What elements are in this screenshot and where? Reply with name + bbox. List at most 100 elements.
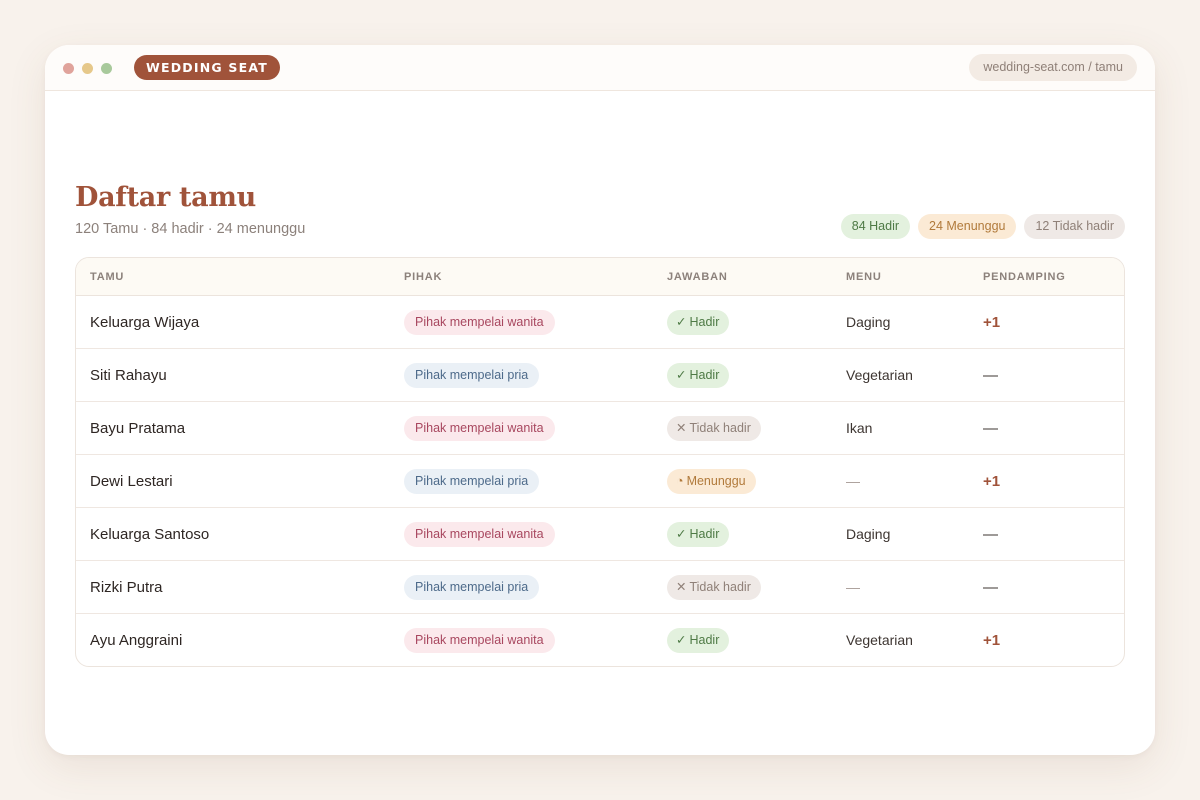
cross-icon: ✕ [676,420,687,435]
check-icon: ✓ [676,367,687,382]
response-label: Hadir [689,314,720,329]
companion-cell: — [983,561,998,613]
menu-cell: Ikan [846,402,872,454]
side-cell: Pihak mempelai wanita [404,296,555,348]
menu-choice: — [846,579,860,595]
summary-declined-pill[interactable]: 12 Tidak hadir [1024,214,1125,239]
menu-choice: Vegetarian [846,632,913,648]
app-window: WEDDING SEAT wedding-seat.com / tamu Daf… [45,45,1155,755]
clock-icon: ◔ [676,473,684,488]
table-row[interactable]: Siti Rahayu Pihak mempelai pria ✓ Hadir Vege… [76,349,1124,402]
column-header-side[interactable]: PIHAK [404,258,442,296]
response-cell: ✕ Tidak hadir [667,561,761,613]
column-header-companion[interactable]: PENDAMPING [983,258,1066,296]
side-cell: Pihak mempelai wanita [404,402,555,454]
menu-cell: — [846,455,860,507]
guest-name: Bayu Pratama [90,419,186,437]
side-cell: Pihak mempelai pria [404,455,540,507]
menu-cell: Daging [846,296,890,348]
close-window-button[interactable] [63,63,74,74]
menu-choice: Vegetarian [846,367,913,383]
minimize-window-button[interactable] [82,63,93,74]
summary-attending-pill[interactable]: 84 Hadir [840,214,911,239]
guest-cell: Ayu Anggraini [90,614,182,666]
response-badge[interactable]: ◔ Menunggu [667,468,756,494]
table-row[interactable]: Rizki Putra Pihak mempelai pria ✕ Tidak had… [76,561,1124,614]
menu-cell: Daging [846,508,890,560]
table-row[interactable]: Bayu Pratama Pihak mempelai wanita ✕ Tidak … [76,402,1124,455]
side-badge: Pihak mempelai wanita [404,627,555,653]
response-cell: ✓ Hadir [667,296,730,348]
guest-name: Keluarga Wijaya [90,313,200,331]
side-cell: Pihak mempelai wanita [404,508,555,560]
guest-name: Rizki Putra [90,578,163,596]
side-cell: Pihak mempelai wanita [404,614,555,666]
table-row[interactable]: Ayu Anggraini Pihak mempelai wanita ✓ Hadir… [76,614,1124,666]
companion-cell: — [983,508,998,560]
response-cell: ◔ Menunggu [667,455,756,507]
maximize-window-button[interactable] [101,63,112,74]
menu-cell: — [846,561,860,613]
response-badge[interactable]: ✓ Hadir [667,309,730,335]
column-header-menu[interactable]: MENU [846,258,882,296]
guest-name: Keluarga Santoso [90,525,210,543]
menu-choice: Ikan [846,420,873,436]
menu-cell: Vegetarian [846,349,913,401]
guest-cell: Siti Rahayu [90,349,167,401]
menu-choice: Daging [846,314,891,330]
guest-name: Ayu Anggraini [90,631,183,649]
companion-cell: +1 [983,614,1000,666]
brand-logo: WEDDING SEAT [134,55,280,80]
response-badge[interactable]: ✓ Hadir [667,362,730,388]
guest-cell: Keluarga Santoso [90,508,209,560]
side-badge: Pihak mempelai wanita [404,521,555,547]
companion-count: — [983,578,998,596]
guest-cell: Keluarga Wijaya [90,296,199,348]
response-badge[interactable]: ✕ Tidak hadir [667,415,761,441]
side-badge: Pihak mempelai pria [404,362,540,388]
table-row[interactable]: Keluarga Wijaya Pihak mempelai wanita ✓ Had… [76,296,1124,349]
summary-pending-pill[interactable]: 24 Menunggu [918,214,1017,239]
column-header-guest[interactable]: TAMU [90,258,124,296]
side-badge: Pihak mempelai wanita [404,309,555,335]
guest-cell: Dewi Lestari [90,455,173,507]
companion-cell: — [983,349,998,401]
side-cell: Pihak mempelai pria [404,349,540,401]
response-label: Hadir [689,367,720,382]
title-bar: WEDDING SEAT wedding-seat.com / tamu [45,45,1155,91]
check-icon: ✓ [676,632,687,647]
table-row[interactable]: Dewi Lestari Pihak mempelai pria ◔ Menunggu… [76,455,1124,508]
table-header: TAMU PIHAK JAWABAN MENU PENDAMPING [76,258,1124,296]
guest-cell: Rizki Putra [90,561,163,613]
column-header-response[interactable]: JAWABAN [667,258,728,296]
response-label: Tidak hadir [689,579,751,594]
side-badge: Pihak mempelai wanita [404,415,555,441]
response-badge[interactable]: ✓ Hadir [667,627,730,653]
response-badge[interactable]: ✓ Hadir [667,521,730,547]
response-label: Menunggu [686,473,746,488]
summary-pills: 84 Hadir 24 Menunggu 12 Tidak hadir [840,214,1125,239]
guest-name: Dewi Lestari [90,472,173,490]
guest-count-subtitle: 120 Tamu · 84 hadir · 24 menunggu [75,221,306,237]
table-body: Keluarga Wijaya Pihak mempelai wanita ✓ Had… [76,296,1124,666]
side-badge: Pihak mempelai pria [404,574,540,600]
table-row[interactable]: Keluarga Santoso Pihak mempelai wanita ✓ Ha… [76,508,1124,561]
menu-choice: Daging [846,526,891,542]
response-label: Tidak hadir [689,420,751,435]
response-badge[interactable]: ✕ Tidak hadir [667,574,761,600]
check-icon: ✓ [676,314,687,329]
response-label: Hadir [689,632,720,647]
page-title: Daftar tamu [75,182,256,213]
guest-table: TAMU PIHAK JAWABAN MENU PENDAMPING Kelua… [75,257,1125,667]
address-bar[interactable]: wedding-seat.com / tamu [969,54,1137,81]
response-cell: ✓ Hadir [667,614,730,666]
companion-cell: +1 [983,455,1000,507]
side-cell: Pihak mempelai pria [404,561,540,613]
companion-count: +1 [983,631,1001,649]
response-cell: ✕ Tidak hadir [667,402,761,454]
guest-name: Siti Rahayu [90,366,167,384]
companion-count: +1 [983,313,1001,331]
companion-count: +1 [983,472,1001,490]
cross-icon: ✕ [676,579,687,594]
companion-count: — [983,525,998,543]
